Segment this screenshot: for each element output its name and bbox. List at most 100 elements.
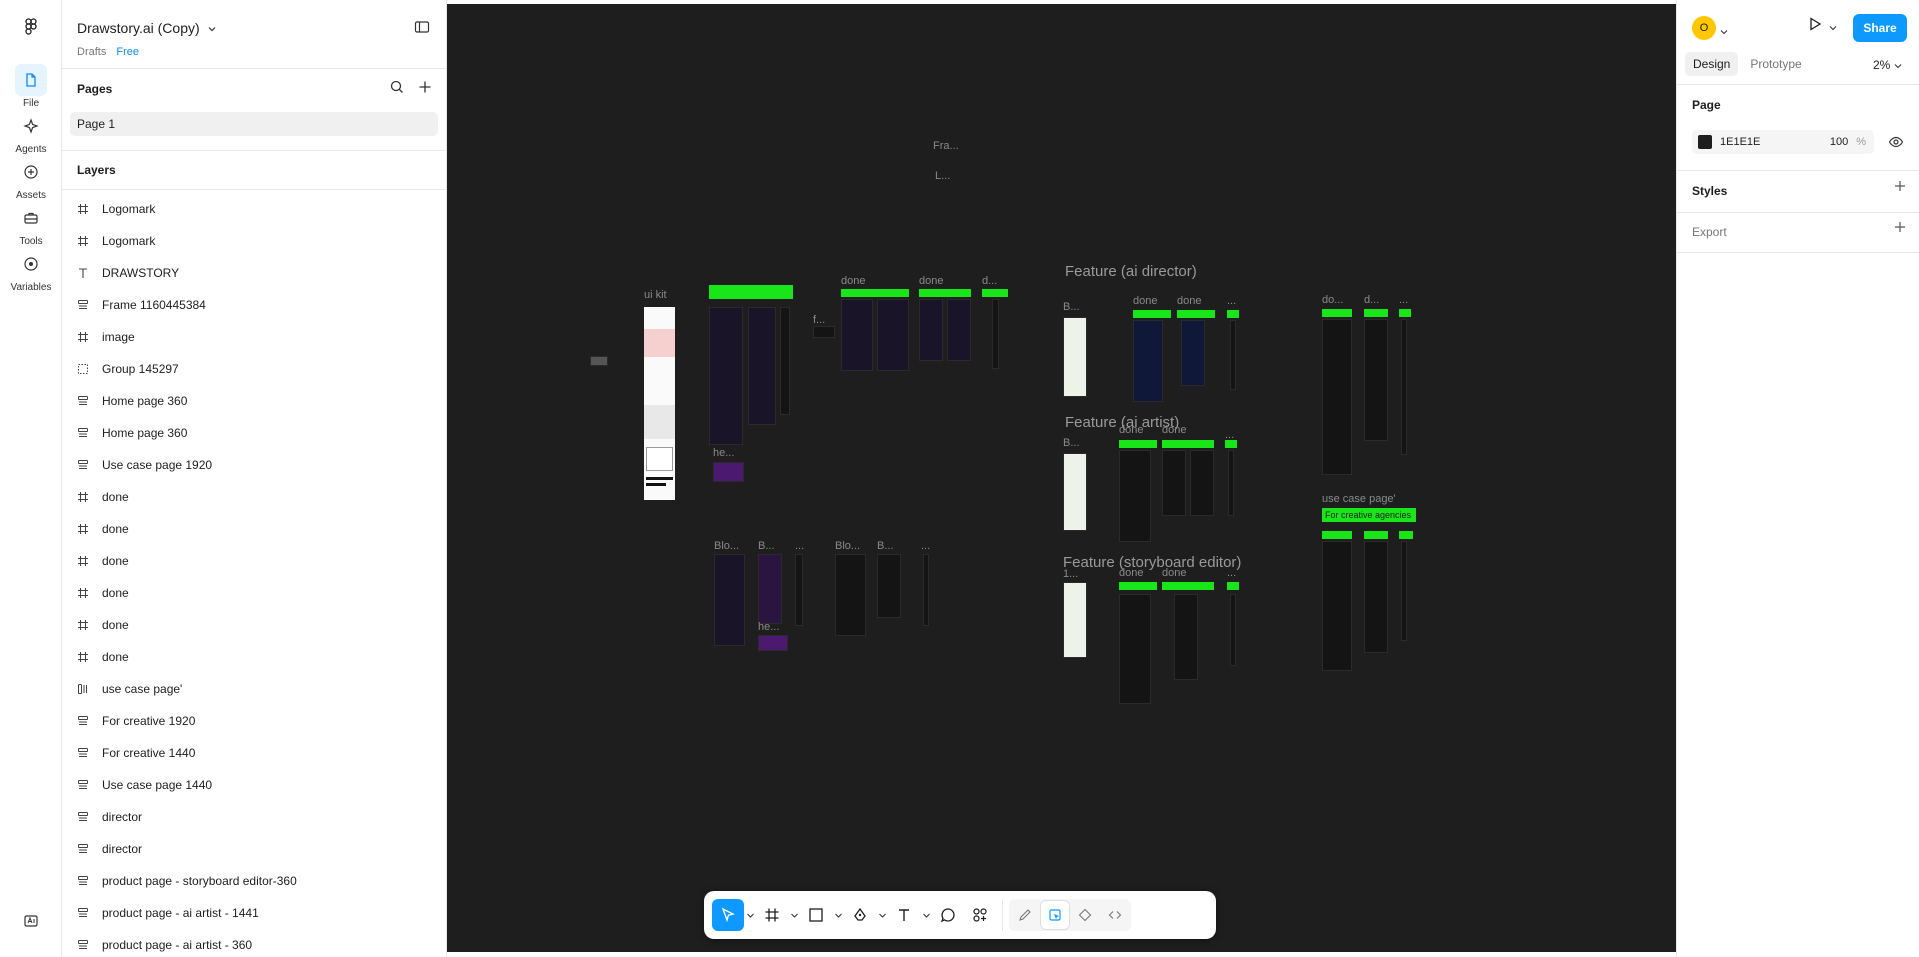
- green-tag[interactable]: [1322, 309, 1352, 317]
- canvas-frame[interactable]: [1322, 541, 1352, 671]
- frame-label[interactable]: done: [1119, 424, 1143, 436]
- layer-item[interactable]: Use case page 1440: [62, 769, 446, 801]
- drafts-link[interactable]: Drafts: [77, 46, 106, 58]
- green-tag[interactable]: [841, 289, 909, 297]
- green-tag[interactable]: [1177, 310, 1215, 318]
- actions-tool[interactable]: [964, 899, 996, 931]
- sidebar-toggle-icon[interactable]: [414, 19, 430, 40]
- layer-item[interactable]: Use case page 1920: [62, 449, 446, 481]
- design-canvas[interactable]: Fra... L... ui kit he... f... done done: [447, 4, 1676, 952]
- canvas-frame[interactable]: [841, 299, 873, 371]
- frame-label[interactable]: done: [1162, 424, 1186, 436]
- frame-label[interactable]: f...: [813, 314, 825, 326]
- frame-label[interactable]: ...: [1399, 294, 1408, 306]
- canvas-frame[interactable]: [1119, 594, 1151, 704]
- figma-logo-icon[interactable]: [20, 17, 42, 39]
- canvas-frame[interactable]: [780, 307, 790, 415]
- green-tag[interactable]: [1133, 310, 1171, 318]
- rail-file-button[interactable]: File: [0, 64, 62, 116]
- layer-item[interactable]: DRAWSTORY: [62, 257, 446, 289]
- green-tag[interactable]: [1322, 531, 1352, 539]
- pen-tool[interactable]: [844, 899, 888, 931]
- canvas-frame[interactable]: [1162, 450, 1186, 516]
- green-tag[interactable]: [1227, 582, 1239, 590]
- green-tag[interactable]: [982, 289, 1008, 297]
- layer-item[interactable]: done: [62, 513, 446, 545]
- canvas-frame[interactable]: [1174, 594, 1198, 680]
- dev-components-icon[interactable]: [1071, 901, 1099, 929]
- layer-item[interactable]: director: [62, 801, 446, 833]
- frame-label[interactable]: B...: [758, 540, 775, 552]
- canvas-frame[interactable]: [748, 307, 776, 425]
- frame-label[interactable]: done: [1119, 567, 1143, 579]
- canvas-frame[interactable]: [1322, 319, 1352, 475]
- canvas-frame[interactable]: [992, 299, 999, 369]
- background-hex[interactable]: 1E1E1E: [1720, 136, 1760, 148]
- file-title[interactable]: Drawstory.ai (Copy): [77, 20, 216, 36]
- present-button[interactable]: [1807, 16, 1837, 37]
- move-tool[interactable]: [712, 899, 756, 931]
- layer-item[interactable]: done: [62, 545, 446, 577]
- shape-tool[interactable]: [800, 899, 844, 931]
- canvas-frame[interactable]: [1401, 319, 1407, 455]
- canvas-frame[interactable]: [877, 554, 901, 618]
- canvas-frame[interactable]: [1228, 450, 1234, 516]
- layer-item[interactable]: director: [62, 833, 446, 865]
- canvas-frame[interactable]: [1063, 453, 1087, 531]
- layer-item[interactable]: product page - ai artist - 360: [62, 929, 446, 957]
- frame-label[interactable]: Fra...: [933, 140, 959, 152]
- green-tag[interactable]: [919, 289, 971, 297]
- frame-label[interactable]: he...: [713, 447, 734, 459]
- layer-item[interactable]: done: [62, 609, 446, 641]
- layer-item[interactable]: Home page 360: [62, 417, 446, 449]
- green-tag[interactable]: [1162, 582, 1214, 590]
- canvas-frame[interactable]: [877, 299, 909, 371]
- rail-assets-button[interactable]: Assets: [0, 156, 62, 208]
- canvas-frame[interactable]: [758, 635, 788, 651]
- page-background-field[interactable]: 1E1E1E 100 %: [1692, 130, 1874, 154]
- ai-text-icon[interactable]: [20, 910, 42, 932]
- layer-item[interactable]: Group 145297: [62, 353, 446, 385]
- frame-tool[interactable]: [756, 899, 800, 931]
- canvas-frame[interactable]: [947, 299, 971, 361]
- code-icon[interactable]: [1101, 901, 1129, 929]
- frame-label[interactable]: done: [1177, 295, 1201, 307]
- canvas-frame[interactable]: [590, 356, 608, 366]
- chevron-down-icon[interactable]: [832, 913, 844, 918]
- frame-label[interactable]: use case page': [1322, 493, 1396, 505]
- canvas-frame[interactable]: [758, 554, 782, 624]
- frame-label[interactable]: done: [1133, 295, 1157, 307]
- canvas-frame[interactable]: [1401, 541, 1407, 641]
- layer-item[interactable]: done: [62, 577, 446, 609]
- canvas-frame[interactable]: [713, 462, 744, 482]
- section-label[interactable]: Feature (ai director): [1065, 263, 1197, 280]
- canvas-frame[interactable]: [1063, 582, 1087, 658]
- canvas-frame[interactable]: [835, 554, 866, 636]
- layer-item[interactable]: For creative 1440: [62, 737, 446, 769]
- frame-label[interactable]: ...: [921, 540, 930, 552]
- text-tool[interactable]: [888, 899, 932, 931]
- canvas-frame[interactable]: [1230, 594, 1236, 666]
- canvas-frame[interactable]: [1133, 320, 1163, 402]
- layer-item[interactable]: For creative 1920: [62, 705, 446, 737]
- canvas-frame[interactable]: [1181, 320, 1205, 386]
- add-style-icon[interactable]: [1893, 179, 1907, 198]
- page-item-page-1[interactable]: Page 1: [70, 112, 438, 136]
- frame-label[interactable]: done: [841, 275, 865, 287]
- canvas-frame[interactable]: [714, 554, 745, 646]
- green-tag[interactable]: [1364, 531, 1388, 539]
- search-icon[interactable]: [390, 80, 404, 99]
- canvas-frame[interactable]: [1364, 541, 1388, 653]
- chevron-down-icon[interactable]: [876, 913, 888, 918]
- add-export-icon[interactable]: [1893, 220, 1907, 239]
- frame-label[interactable]: L...: [935, 170, 950, 182]
- rail-agents-button[interactable]: Agents: [0, 110, 62, 162]
- green-tag[interactable]: [1119, 440, 1157, 448]
- frame-label[interactable]: B...: [1063, 301, 1080, 313]
- frame-label[interactable]: done: [1162, 567, 1186, 579]
- chevron-down-icon[interactable]: [788, 913, 800, 918]
- layer-item[interactable]: done: [62, 641, 446, 673]
- draw-icon[interactable]: [1011, 901, 1039, 929]
- chevron-down-icon[interactable]: [1720, 22, 1728, 40]
- frame-label[interactable]: 1...: [1063, 568, 1078, 580]
